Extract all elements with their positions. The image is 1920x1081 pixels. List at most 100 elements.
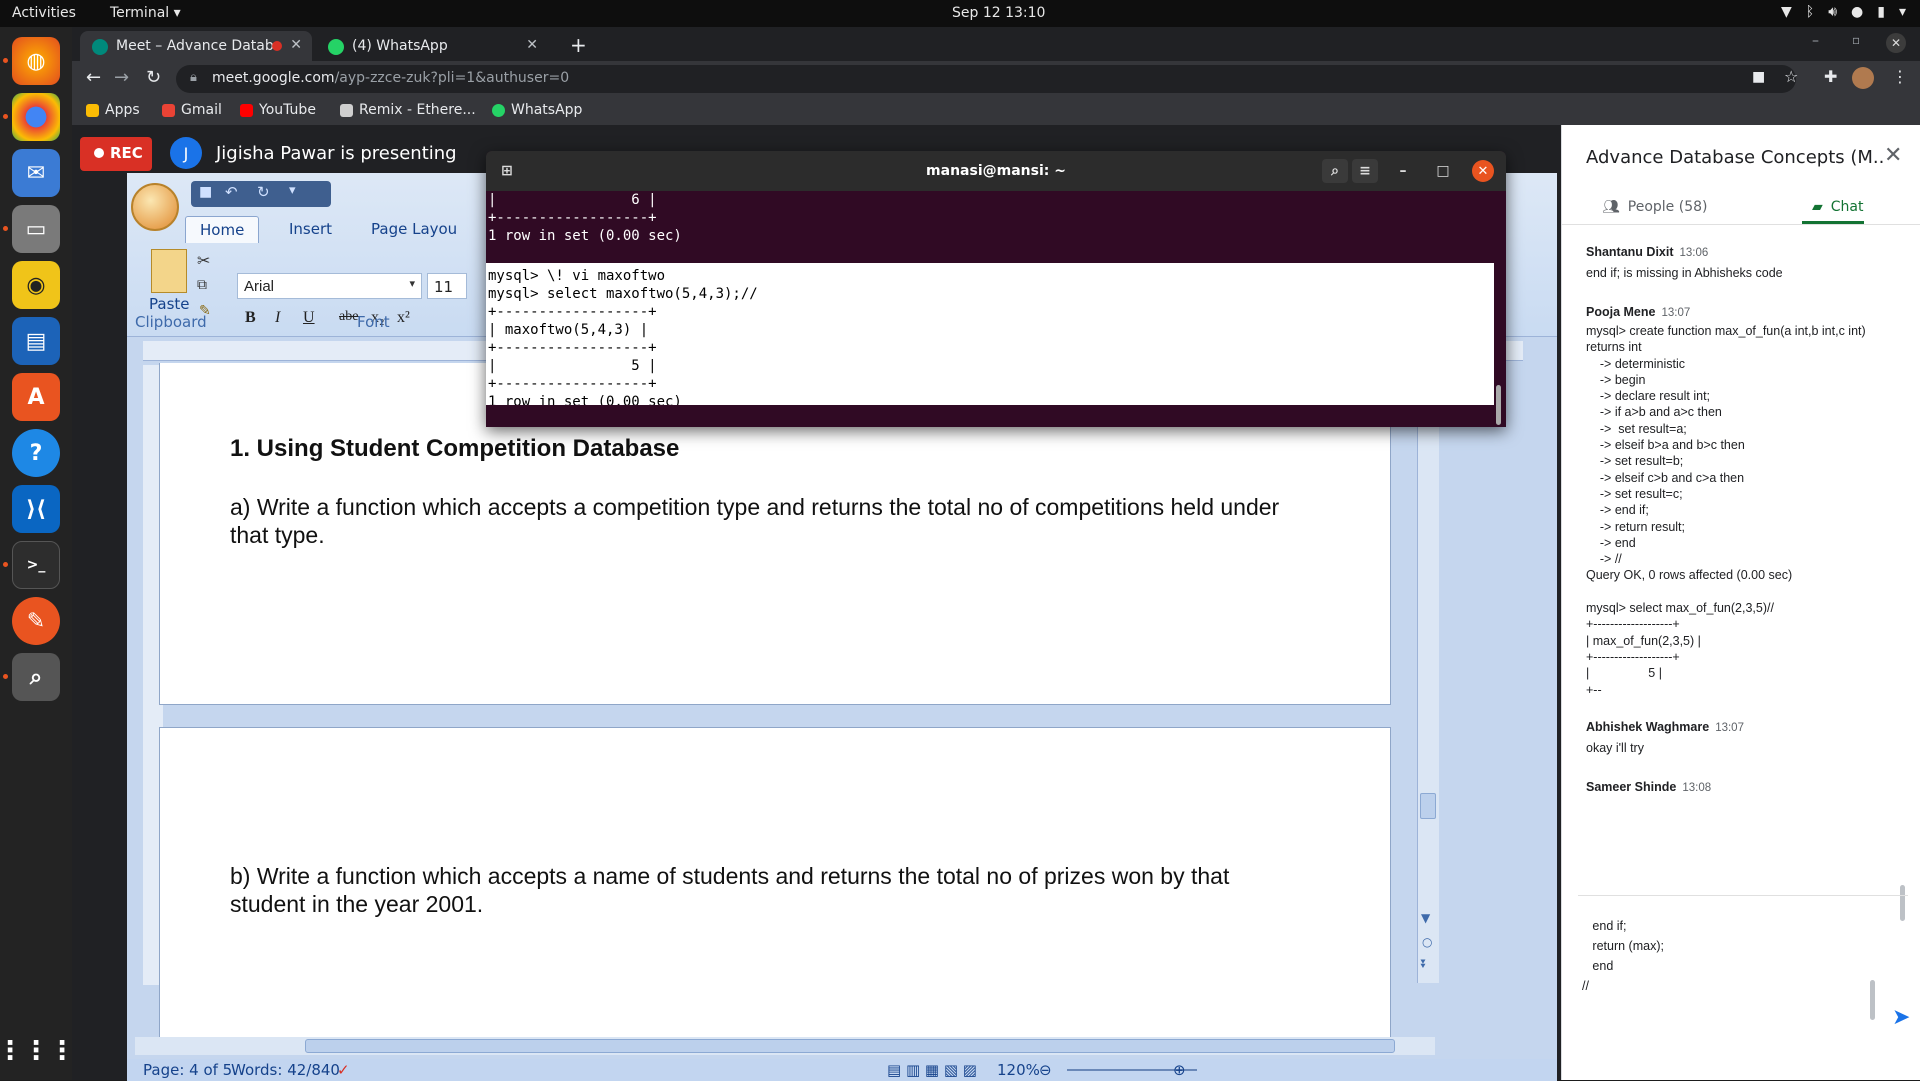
clock[interactable]: Sep 12 13:10: [952, 5, 1045, 21]
camera-icon[interactable]: ■: [1752, 69, 1765, 85]
app-menu[interactable]: Terminal ▾: [110, 5, 181, 21]
vertical-scrollbar[interactable]: ▲ ▼ ○ ⏬︎: [1417, 363, 1439, 983]
hamburger-menu-icon[interactable]: ≡: [1352, 159, 1378, 183]
address-bar[interactable]: 🔒︎ meet.google.com/ayp-zzce-zuk?pli=1&au…: [176, 65, 1796, 93]
vscode-icon[interactable]: ⟩⟨: [12, 485, 60, 533]
terminal-output[interactable]: | 6 | +------------------+ 1 row in set …: [486, 191, 1506, 427]
power-menu-icon: ▾: [1898, 4, 1906, 20]
scroll-down-icon[interactable]: ▼: [1421, 911, 1430, 925]
close-icon[interactable]: ✕: [1884, 143, 1902, 168]
bookmark-remix[interactable]: Remix - Ethere...: [340, 102, 476, 118]
send-icon[interactable]: ➤: [1892, 1004, 1910, 1030]
tab-meet[interactable]: Meet – Advance Datab ✕: [80, 31, 312, 61]
font-name-box[interactable]: Arial ▾: [237, 273, 422, 299]
browse-object-icon[interactable]: ○: [1422, 935, 1432, 949]
scroll-thumb[interactable]: [1420, 793, 1436, 819]
chat-message: Pooja Mene 13:07 mysql> create function m…: [1586, 305, 1906, 698]
bookmark-star-icon[interactable]: ☆: [1784, 67, 1798, 86]
underline-icon[interactable]: U: [303, 309, 315, 327]
panel-title: Advance Database Concepts (M...: [1586, 147, 1886, 168]
bluetooth-icon: ᛒ: [1805, 4, 1815, 20]
tab-whatsapp[interactable]: (4) WhatsApp ✕: [316, 31, 548, 61]
page-indicator[interactable]: Page: 4 of 5: [143, 1061, 232, 1079]
image-viewer-icon[interactable]: ⌕: [12, 653, 60, 701]
search-icon[interactable]: ⌕: [1322, 159, 1348, 183]
word-count[interactable]: Words: 42/840: [231, 1061, 340, 1079]
maximize-icon[interactable]: □: [1430, 159, 1456, 183]
lock-icon: 🔒︎: [190, 70, 197, 85]
software-center-icon[interactable]: A: [12, 373, 60, 421]
copy-icon[interactable]: ⧉: [197, 277, 207, 293]
cut-icon[interactable]: ✂: [197, 251, 210, 270]
save-icon[interactable]: ■: [199, 184, 212, 200]
close-window-icon[interactable]: ✕: [1886, 33, 1906, 53]
undo-icon[interactable]: ↶: [225, 183, 238, 201]
zoom-in-icon[interactable]: ⊕: [1173, 1061, 1186, 1079]
zoom-level[interactable]: 120%: [997, 1061, 1040, 1079]
office-button-icon[interactable]: [131, 183, 179, 231]
libreoffice-writer-icon[interactable]: ▤: [12, 317, 60, 365]
font-size-box[interactable]: 11: [427, 273, 467, 299]
dock: ◍ ✉ ▭ ◉ ▤ A ? ⟩⟨ >_ ✎ ⌕ ⋮⋮⋮: [0, 27, 75, 1080]
paste-button[interactable]: Paste: [149, 295, 190, 313]
minimize-icon[interactable]: –: [1812, 33, 1819, 49]
section-heading: 1. Using Student Competition Database: [230, 435, 680, 462]
ribbon-tab-home[interactable]: Home: [185, 216, 260, 243]
compose-scrollbar[interactable]: [1870, 980, 1875, 1020]
thunderbird-icon[interactable]: ✉: [12, 149, 60, 197]
terminal-icon[interactable]: >_: [12, 541, 60, 589]
close-tab-icon[interactable]: ✕: [526, 37, 538, 53]
bookmark-gmail[interactable]: Gmail: [162, 102, 222, 118]
italic-icon[interactable]: I: [275, 309, 280, 327]
chat-icon: ▰: [1812, 199, 1823, 215]
message-text: okay i'll try: [1586, 740, 1644, 755]
ribbon-tab-insert[interactable]: Insert: [275, 216, 346, 242]
paste-icon[interactable]: [151, 249, 187, 293]
show-applications-icon[interactable]: ⋮⋮⋮: [0, 1027, 75, 1075]
new-tab-icon[interactable]: +: [570, 33, 587, 57]
help-icon[interactable]: ?: [12, 429, 60, 477]
minimize-icon[interactable]: –: [1390, 159, 1416, 183]
extensions-icon[interactable]: ✚: [1824, 67, 1837, 86]
zoom-out-icon[interactable]: ⊖: [1039, 1061, 1052, 1079]
activities-button[interactable]: Activities: [12, 5, 76, 21]
view-buttons[interactable]: ▤ ▥ ▦ ▧ ▨: [887, 1061, 977, 1079]
bookmark-apps[interactable]: Apps: [86, 102, 140, 118]
customize-qat-icon[interactable]: ▾: [289, 183, 296, 198]
files-icon[interactable]: ▭: [12, 205, 60, 253]
forward-icon[interactable]: →: [114, 67, 129, 88]
horizontal-scrollbar[interactable]: [135, 1037, 1435, 1055]
tab-strip: Meet – Advance Datab ✕ (4) WhatsApp ✕ + …: [72, 27, 1920, 61]
tab-people[interactable]: 👥︎ People (58): [1602, 199, 1707, 215]
next-page-icon[interactable]: ⏬︎: [1421, 957, 1427, 972]
close-tab-icon[interactable]: ✕: [290, 37, 302, 53]
superscript-icon[interactable]: x²: [397, 309, 410, 327]
back-icon[interactable]: ←: [86, 67, 101, 88]
bookmark-youtube[interactable]: YouTube: [240, 102, 316, 118]
screenshot-tool-icon[interactable]: ✎: [12, 597, 60, 645]
firefox-icon[interactable]: ◍: [12, 37, 60, 85]
compose-input[interactable]: end if; return (max); end //: [1582, 916, 1664, 996]
chat-messages[interactable]: Shantanu Dixit 13:06 end if; is missing i…: [1586, 245, 1906, 893]
menu-icon[interactable]: ⋮: [1892, 67, 1908, 86]
redo-icon[interactable]: ↻: [257, 183, 270, 201]
question-b: b) Write a function which accepts a name…: [230, 863, 1230, 917]
strikethrough-icon[interactable]: abe: [339, 309, 358, 325]
rhythmbox-icon[interactable]: ◉: [12, 261, 60, 309]
terminal-scrollbar[interactable]: [1496, 385, 1501, 425]
bookmarks-bar: Apps Gmail YouTube Remix - Ethere... Wha…: [72, 97, 1920, 125]
proofing-icon[interactable]: ✓: [337, 1061, 350, 1079]
maximize-icon[interactable]: ▫: [1852, 33, 1860, 47]
quick-access-toolbar[interactable]: ■ ↶ ↻ ▾: [191, 181, 331, 207]
tab-chat[interactable]: ▰ Chat: [1812, 199, 1864, 215]
scroll-thumb[interactable]: [305, 1039, 1395, 1053]
bold-icon[interactable]: B: [245, 309, 256, 327]
profile-avatar[interactable]: [1852, 67, 1874, 89]
reload-icon[interactable]: ↻: [146, 67, 161, 88]
ribbon-tab-page-layout[interactable]: Page Layou: [357, 216, 471, 242]
close-icon[interactable]: ✕: [1472, 160, 1494, 182]
bookmark-whatsapp[interactable]: WhatsApp: [492, 102, 582, 118]
chat-compose-box[interactable]: end if; return (max); end // ➤: [1578, 895, 1910, 1075]
chrome-icon[interactable]: [12, 93, 60, 141]
system-tray[interactable]: ▼ ᛒ 🔊︎ ● ▮ ▾: [1781, 4, 1906, 20]
